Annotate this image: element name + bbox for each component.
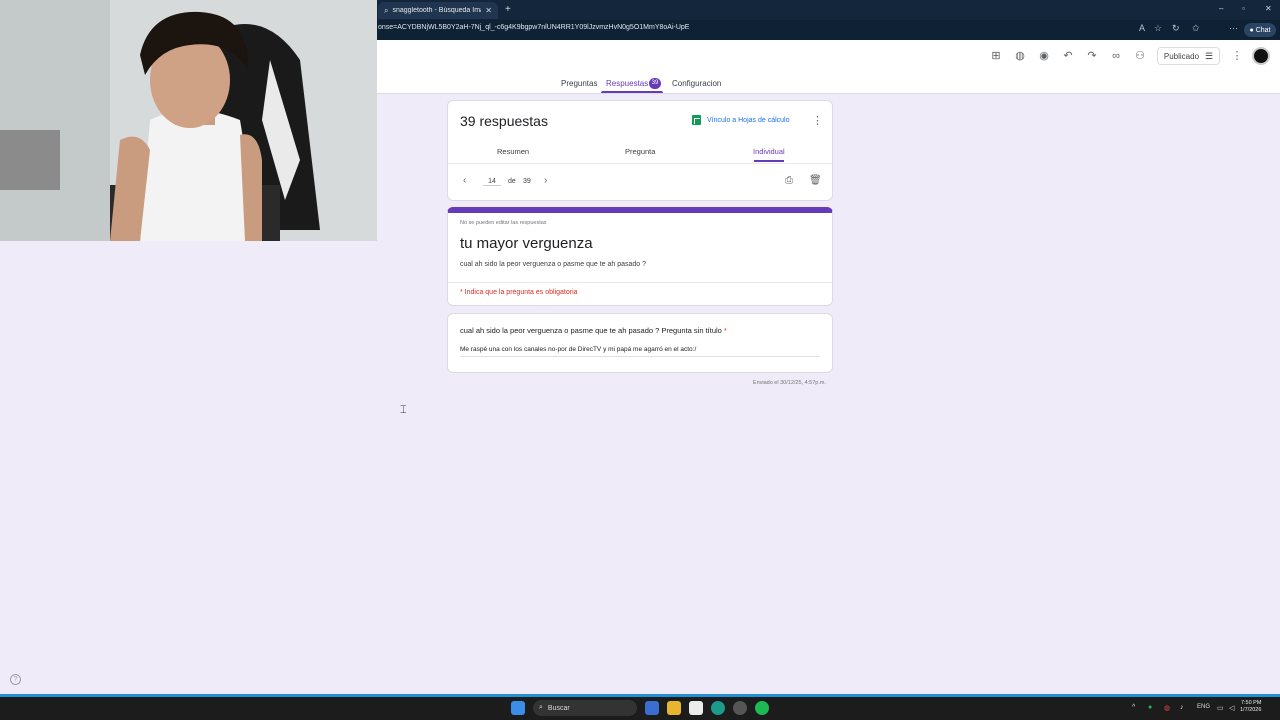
addon-icon[interactable]: ⊞ [989, 49, 1003, 63]
calendar-app-icon[interactable] [645, 701, 659, 715]
windows-taskbar [0, 697, 1280, 720]
delete-icon[interactable]: 🗑 [809, 175, 822, 186]
copilot-chat-button[interactable]: ● Chat [1244, 23, 1276, 37]
no-edit-note: No se pueden editar las respuestas [460, 220, 547, 226]
language-indicator[interactable]: ENG [1197, 704, 1210, 710]
palette-icon[interactable]: ◍ [1013, 49, 1027, 63]
edge-browser-icon[interactable] [711, 701, 725, 715]
browser-tab-title: snaggletooth - Búsqueda Imágen [392, 7, 481, 14]
help-icon[interactable]: ? [10, 674, 21, 685]
windows-start-icon[interactable] [511, 701, 525, 715]
taskbar-clock[interactable]: 7:50 PM 1/7/2026 [1240, 700, 1261, 714]
published-label: Publicado [1163, 51, 1200, 61]
active-tab-indicator [601, 91, 663, 93]
tab-settings[interactable]: Configuracion [672, 79, 721, 88]
store-app-icon[interactable] [689, 701, 703, 715]
maximize-icon[interactable]: ▫ [1242, 5, 1245, 13]
response-number-input[interactable]: 14 [483, 178, 501, 186]
pager-total: 39 [523, 178, 531, 185]
pager-of-label: de [508, 178, 516, 185]
subtab-individual[interactable]: Individual [753, 147, 785, 156]
question-label: cual ah sido la peor verguenza o pasme q… [460, 326, 727, 335]
divider [448, 282, 832, 283]
tab-questions[interactable]: Preguntas [561, 79, 597, 88]
sheets-link-button[interactable]: Vínculo a Hojas de cálculo [692, 115, 790, 125]
clock-time: 7:50 PM [1240, 700, 1262, 706]
favorites-icon[interactable]: ✩ [1192, 24, 1200, 33]
more-options-icon[interactable]: ⋯ [1229, 24, 1238, 33]
refresh-icon[interactable]: ↻ [1172, 24, 1180, 33]
required-mark: * [723, 326, 727, 335]
more-vert-icon[interactable]: ⋮ [1230, 49, 1244, 63]
taskbar-search[interactable]: ⌕ Buscar [533, 700, 637, 716]
monitor-icon[interactable]: ▭ [1217, 704, 1224, 712]
required-note: * Indica que la pregunta es obligatoria [460, 289, 578, 296]
tray-app-icon[interactable]: ◍ [1164, 704, 1170, 712]
copilot-icon: ● [1249, 26, 1254, 34]
form-title: tu mayor verguenza [460, 235, 593, 252]
webcam-overlay [0, 0, 377, 241]
question-answer-card: cual ah sido la peor verguenza o pasme q… [447, 313, 833, 373]
favorite-star-icon[interactable]: ☆ [1154, 24, 1162, 33]
webcam-video-picture [0, 0, 377, 241]
mouse-cursor-icon: ⌶ [400, 404, 407, 416]
answer-text: Me raspé una con los canales no-por de D… [460, 346, 820, 357]
spotify-icon[interactable] [755, 701, 769, 715]
subtab-summary[interactable]: Resumen [497, 147, 529, 156]
search-icon: ⌕ [384, 5, 389, 15]
url-field[interactable]: onse=ACYDBNjWL5B0Y2aH-7Nj_ql_-c6g4K9bgpw… [378, 24, 689, 31]
sheets-icon [692, 115, 701, 125]
form-title-card: No se pueden editar las respuestas tu ma… [447, 207, 833, 306]
question-text: cual ah sido la peor verguenza o pasme q… [460, 326, 722, 335]
search-label: Buscar [547, 704, 570, 712]
undo-icon[interactable]: ↶ [1061, 49, 1075, 63]
responses-count-title: 39 respuestas [460, 113, 548, 129]
sheets-link-label: Vínculo a Hojas de cálculo [707, 116, 790, 124]
responses-count-badge: 39 [649, 78, 661, 89]
add-collaborator-icon[interactable]: ⚇ [1133, 49, 1147, 63]
clock-date: 1/7/2026 [1240, 707, 1262, 713]
close-tab-icon[interactable]: ✕ [485, 6, 492, 15]
tray-spotify-icon[interactable]: ● [1148, 704, 1152, 711]
file-explorer-icon[interactable] [667, 701, 681, 715]
link-icon[interactable]: ∞ [1109, 49, 1123, 63]
volume-icon[interactable]: ◁ [1229, 704, 1234, 712]
settings-sliders-icon: ☰ [1205, 50, 1214, 61]
read-aloud-icon[interactable]: A [1139, 24, 1145, 33]
published-button[interactable]: Publicado ☰ [1157, 47, 1220, 65]
submitted-timestamp: Enviado el 30/12/25, 4:57p.m. [752, 380, 826, 386]
minimize-icon[interactable]: – [1219, 5, 1223, 13]
preview-eye-icon[interactable]: ◉ [1037, 49, 1051, 63]
subtab-question[interactable]: Pregunta [625, 147, 655, 156]
divider [448, 163, 832, 164]
tab-responses[interactable]: Respuestas [606, 79, 648, 88]
microphone-icon[interactable]: ♪ [1180, 704, 1184, 711]
close-window-icon[interactable]: ✕ [1265, 5, 1272, 13]
new-tab-icon[interactable]: + [505, 5, 511, 15]
next-response-icon[interactable]: › [544, 175, 547, 186]
subtab-indicator [754, 160, 784, 162]
avatar[interactable] [1252, 47, 1270, 65]
search-icon: ⌕ [539, 704, 543, 711]
redo-icon[interactable]: ↷ [1085, 49, 1099, 63]
print-icon[interactable]: ⎙ [785, 175, 793, 186]
tray-chevron-icon[interactable]: ^ [1132, 704, 1135, 711]
chat-label: Chat [1255, 26, 1271, 34]
form-description: cual ah sido la peor verguenza o pasme q… [460, 261, 647, 268]
responses-summary-card: 39 respuestas Vínculo a Hojas de cálculo… [447, 100, 833, 201]
browser-tab[interactable]: ⌕ snaggletooth - Búsqueda Imágen ✕ [378, 2, 498, 19]
prev-response-icon[interactable]: ‹ [463, 175, 466, 186]
app-icon[interactable] [733, 701, 747, 715]
more-vert-icon[interactable]: ⋮ [812, 114, 823, 127]
